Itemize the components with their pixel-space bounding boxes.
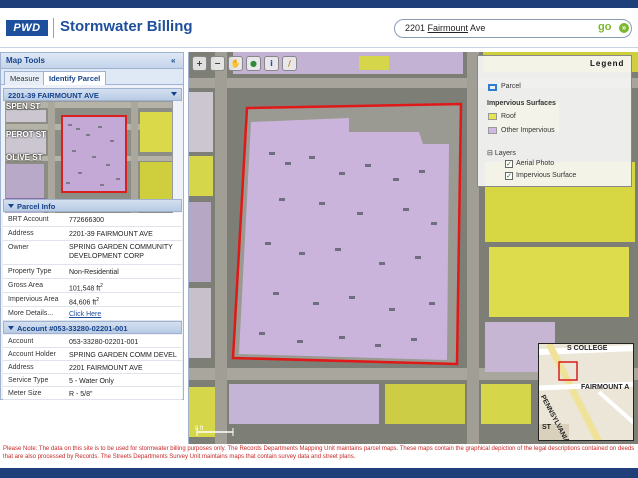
zoom-out-icon[interactable]: − [210, 56, 225, 71]
disclaimer-notice: Please Note: The data on this site is to… [3, 446, 635, 460]
other-impervious-swatch [488, 127, 497, 134]
more-details-link[interactable]: Click Here [69, 310, 101, 319]
table-row: Account 053-33280-02201-001 [3, 335, 182, 348]
full-extent-globe-icon[interactable]: ● [246, 56, 261, 71]
field-label: Impervious Area [8, 296, 59, 303]
layer-aerial-label: Aerial Photo [516, 160, 555, 167]
tab-measure[interactable]: Measure [4, 71, 46, 85]
field-label: BRT Account [8, 216, 49, 223]
field-label: Account Holder [8, 351, 56, 358]
field-value: R - 5/8" [69, 391, 93, 398]
street-label-spen: SPEN ST [6, 102, 41, 111]
layer-impervious-label: Impervious Surface [516, 172, 577, 179]
table-row: Address 2201-39 FAIRMOUNT AVE [3, 227, 182, 241]
bottom-brand-bar [0, 468, 638, 478]
parcel-select-value: 2201-39 FAIRMOUNT AVE [8, 91, 99, 100]
tab-identify-parcel[interactable]: Identify Parcel [43, 71, 107, 85]
pan-hand-icon[interactable]: ✋ [228, 56, 243, 71]
field-label: Owner [8, 244, 29, 251]
minimap-label-fairmount: FAIRMOUNT A [581, 384, 630, 391]
field-value: SPRING GARDEN COMM DEVEL [69, 352, 177, 359]
impervious-surface-checkbox[interactable]: ✓ [505, 172, 513, 180]
address-search-input[interactable]: 2201 Fairmount Ave [394, 19, 632, 38]
field-value: 772666300 [69, 217, 105, 224]
account-header[interactable]: Account #053-33280-02201-001 [3, 321, 182, 334]
table-row: Gross Area 101,548 ft2 [3, 279, 182, 293]
field-value: 101,548 ft2 [69, 283, 103, 293]
parcel-swatch [488, 84, 497, 91]
map-scale-label: 0 ft [195, 426, 204, 432]
search-value: 2201 Fairmount Ave [405, 23, 486, 33]
app-title: Stormwater Billing [60, 18, 193, 35]
minimap-label-st: ST [542, 424, 551, 431]
zoom-in-icon[interactable]: + [192, 56, 207, 71]
go-button[interactable]: go [598, 21, 611, 33]
top-brand-bar [0, 0, 638, 8]
minimap-graphic [539, 344, 633, 440]
table-row: Service Type 5 - Water Only [3, 374, 182, 387]
parcel-info-table: BRT Account 772666300 Address 2201-39 FA… [3, 213, 182, 321]
field-value: 84,606 ft2 [69, 297, 100, 307]
collapse-triangle-icon [8, 204, 14, 208]
table-row: Meter Size R - 5/8" [3, 387, 182, 400]
panel-tabs: Measure Identify Parcel [1, 69, 183, 85]
legend-layers-heading: Layers [494, 150, 516, 157]
map-tools-panel: Map Tools « Measure Identify Parcel 2201… [0, 52, 184, 400]
panel-title: Map Tools [6, 56, 45, 65]
parcel-select-dropdown[interactable]: 2201-39 FAIRMOUNT AVE [3, 88, 182, 101]
legend-title: Legend [590, 59, 625, 68]
aerial-photo-checkbox[interactable]: ✓ [505, 160, 513, 168]
field-label: Gross Area [8, 282, 44, 289]
legend-roof-label: Roof [501, 113, 516, 120]
field-value: 053-33280-02201-001 [69, 339, 139, 346]
measure-ruler-icon[interactable]: ∕ [282, 56, 297, 71]
field-value: 2201 FAIRMOUNT AVE [69, 365, 143, 372]
field-label: Property Type [8, 268, 52, 275]
legend-panel: Legend Parcel Impervious Surfaces Roof O… [477, 55, 632, 187]
field-value: SPRING GARDEN COMMUNITY DEVELOPMENT CORP [69, 244, 173, 260]
logo-divider [53, 18, 54, 38]
street-label-perot: PEROT ST [6, 130, 47, 139]
account-title: Account #053-33280-02201-001 [17, 324, 128, 333]
chevron-down-icon [171, 92, 177, 96]
panel-header: Map Tools « [1, 53, 183, 69]
legend-parcel-label: Parcel [501, 83, 521, 90]
table-row: Address 2201 FAIRMOUNT AVE [3, 361, 182, 374]
collapse-panel-icon[interactable]: « [171, 56, 175, 65]
collapse-triangle-icon [8, 326, 14, 330]
table-row: Property Type Non-Residential [3, 265, 182, 279]
legend-other-label: Other Impervious [501, 127, 555, 134]
field-label: Account [8, 338, 34, 345]
table-row: More Details... Click Here [3, 307, 182, 321]
parcel-info-header[interactable]: Parcel Info [3, 199, 182, 212]
parcel-info-title: Parcel Info [17, 202, 56, 211]
pwd-logo: PWD [6, 20, 48, 36]
roof-swatch [488, 113, 497, 120]
table-row: Impervious Area 84,606 ft2 [3, 293, 182, 307]
overview-minimap[interactable]: S COLLEGE FAIRMOUNT A PENNSYLVANIA AVE S… [538, 343, 634, 441]
field-label: Address [8, 364, 34, 371]
search-value-street: Fairmount [427, 23, 469, 33]
table-row: BRT Account 772666300 [3, 213, 182, 227]
account-table: Account 053-33280-02201-001 Account Hold… [3, 335, 182, 400]
field-label: More Details... [8, 310, 54, 317]
identify-info-icon[interactable]: i [264, 56, 279, 71]
table-row: Owner SPRING GARDEN COMMUNITY DEVELOPMEN… [3, 241, 182, 265]
field-label: Meter Size [8, 390, 42, 397]
layers-toggle[interactable]: ⊟ Layers [487, 149, 516, 157]
go-arrow-icon[interactable]: » [619, 23, 629, 33]
field-value: 5 - Water Only [69, 378, 114, 385]
field-label: Address [8, 230, 34, 237]
legend-impervious-heading: Impervious Surfaces [487, 100, 556, 107]
field-label: Service Type [8, 377, 49, 384]
field-value: 2201-39 FAIRMOUNT AVE [69, 231, 153, 238]
minimap-label-college: S COLLEGE [567, 345, 608, 352]
street-label-olive: OLIVE ST [6, 153, 43, 162]
field-value: Non-Residential [69, 269, 119, 276]
table-row: Account Holder SPRING GARDEN COMM DEVEL [3, 348, 182, 361]
